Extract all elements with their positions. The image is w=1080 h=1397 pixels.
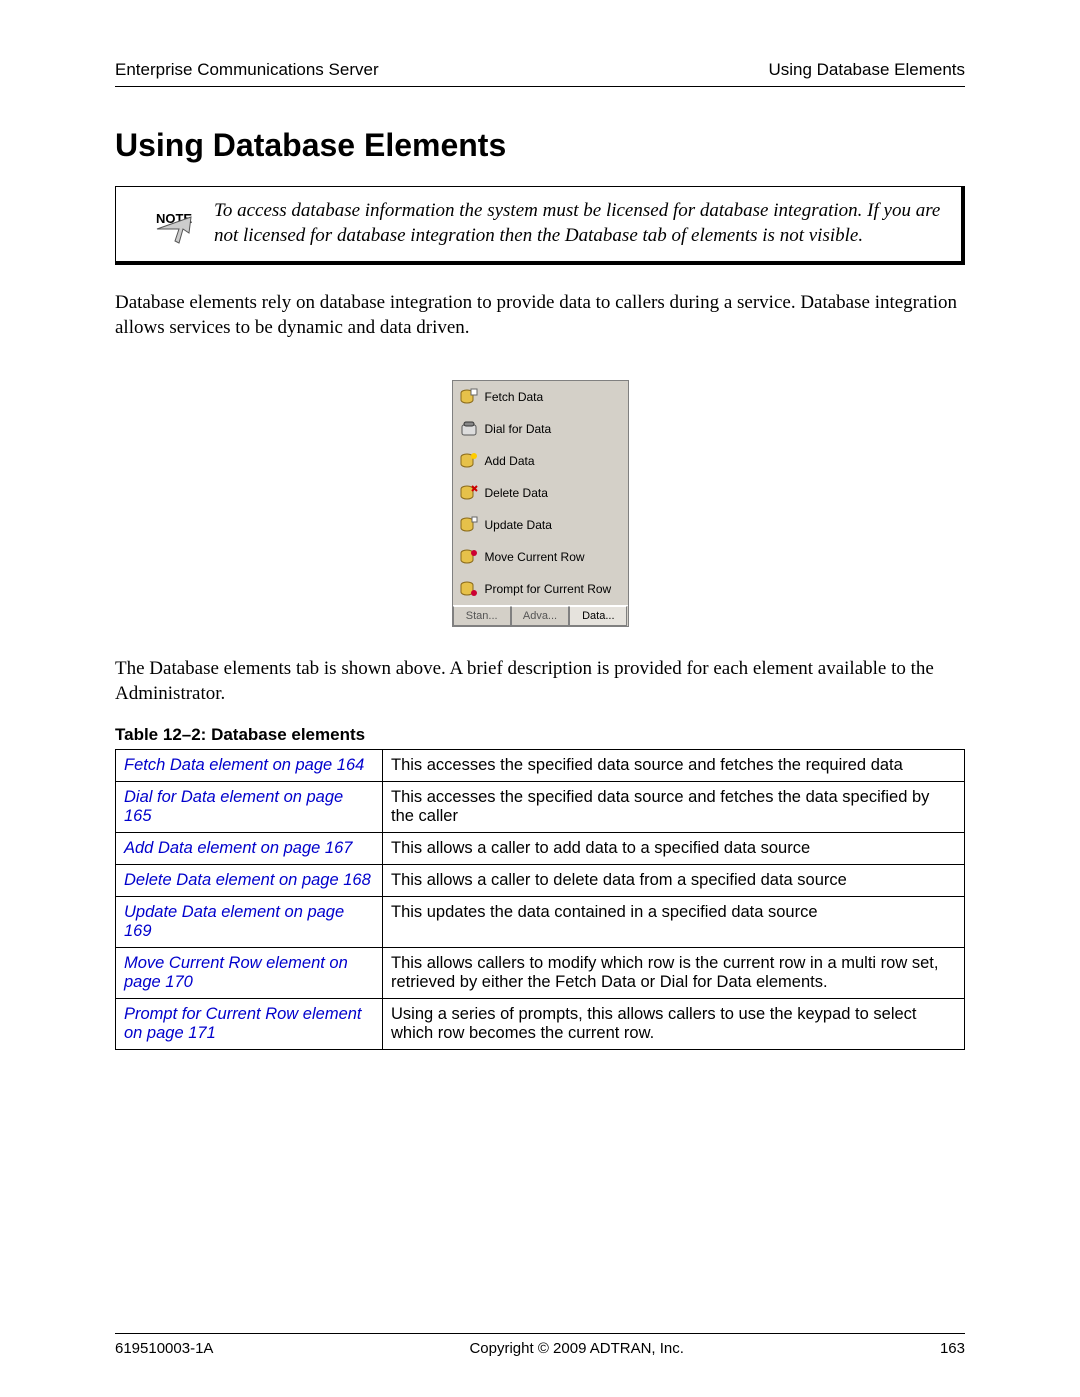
note-callout: NOTE To access database information the … [115, 186, 965, 265]
database-add-icon [459, 451, 479, 471]
tab-standard[interactable]: Stan... [453, 606, 511, 626]
table-row: Update Data element on page 169This upda… [116, 896, 965, 947]
panel-tabs: Stan... Adva... Data... [453, 605, 628, 626]
table-desc: Using a series of prompts, this allows c… [383, 998, 965, 1049]
table-desc: This allows callers to modify which row … [383, 947, 965, 998]
table-desc: This updates the data contained in a spe… [383, 896, 965, 947]
footer-center: Copyright © 2009 ADTRAN, Inc. [469, 1340, 683, 1357]
panel-item-prompt-current-row[interactable]: Prompt for Current Row [453, 573, 628, 605]
note-icon: NOTE [134, 199, 214, 249]
panel-item-move-current-row[interactable]: Move Current Row [453, 541, 628, 573]
after-panel-paragraph: The Database elements tab is shown above… [115, 657, 965, 706]
header-right: Using Database Elements [768, 60, 965, 80]
panel-item-label: Add Data [485, 454, 535, 468]
table-link[interactable]: Update Data element on page 169 [116, 896, 383, 947]
note-text: To access database information the syste… [214, 199, 943, 248]
panel-item-delete-data[interactable]: Delete Data [453, 477, 628, 509]
phone-icon [459, 419, 479, 439]
panel-item-label: Dial for Data [485, 422, 552, 436]
header-left: Enterprise Communications Server [115, 60, 379, 80]
table-link[interactable]: Move Current Row element on page 170 [116, 947, 383, 998]
footer-right: 163 [940, 1340, 965, 1357]
panel-item-dial-for-data[interactable]: Dial for Data [453, 413, 628, 445]
panel-item-label: Fetch Data [485, 390, 544, 404]
footer-left: 619510003-1A [115, 1340, 213, 1357]
table-row: Move Current Row element on page 170This… [116, 947, 965, 998]
database-move-icon [459, 547, 479, 567]
table-desc: This accesses the specified data source … [383, 749, 965, 781]
tab-advanced[interactable]: Adva... [511, 606, 569, 626]
table-link[interactable]: Prompt for Current Row element on page 1… [116, 998, 383, 1049]
table-link[interactable]: Dial for Data element on page 165 [116, 781, 383, 832]
table-caption: Table 12–2: Database elements [115, 725, 965, 745]
panel-item-label: Move Current Row [485, 550, 585, 564]
panel-item-label: Prompt for Current Row [485, 582, 612, 596]
database-update-icon [459, 515, 479, 535]
table-link[interactable]: Add Data element on page 167 [116, 832, 383, 864]
database-icon [459, 387, 479, 407]
database-prompt-icon [459, 579, 479, 599]
table-link[interactable]: Fetch Data element on page 164 [116, 749, 383, 781]
panel-item-add-data[interactable]: Add Data [453, 445, 628, 477]
panel-item-label: Delete Data [485, 486, 548, 500]
panel-item-fetch-data[interactable]: Fetch Data [453, 381, 628, 413]
intro-paragraph: Database elements rely on database integ… [115, 291, 965, 340]
tab-database[interactable]: Data... [569, 606, 627, 626]
page-header: Enterprise Communications Server Using D… [115, 60, 965, 87]
table-row: Prompt for Current Row element on page 1… [116, 998, 965, 1049]
elements-panel: Fetch Data Dial for Data Add Data Delete… [452, 380, 629, 627]
table-row: Dial for Data element on page 165This ac… [116, 781, 965, 832]
panel-item-update-data[interactable]: Update Data [453, 509, 628, 541]
page-footer: 619510003-1A Copyright © 2009 ADTRAN, In… [115, 1333, 965, 1357]
page-title: Using Database Elements [115, 127, 965, 164]
table-row: Add Data element on page 167This allows … [116, 832, 965, 864]
table-link[interactable]: Delete Data element on page 168 [116, 864, 383, 896]
database-elements-table: Fetch Data element on page 164This acces… [115, 749, 965, 1050]
table-desc: This accesses the specified data source … [383, 781, 965, 832]
table-desc: This allows a caller to delete data from… [383, 864, 965, 896]
table-row: Delete Data element on page 168This allo… [116, 864, 965, 896]
table-row: Fetch Data element on page 164This acces… [116, 749, 965, 781]
database-delete-icon [459, 483, 479, 503]
panel-item-label: Update Data [485, 518, 552, 532]
table-desc: This allows a caller to add data to a sp… [383, 832, 965, 864]
